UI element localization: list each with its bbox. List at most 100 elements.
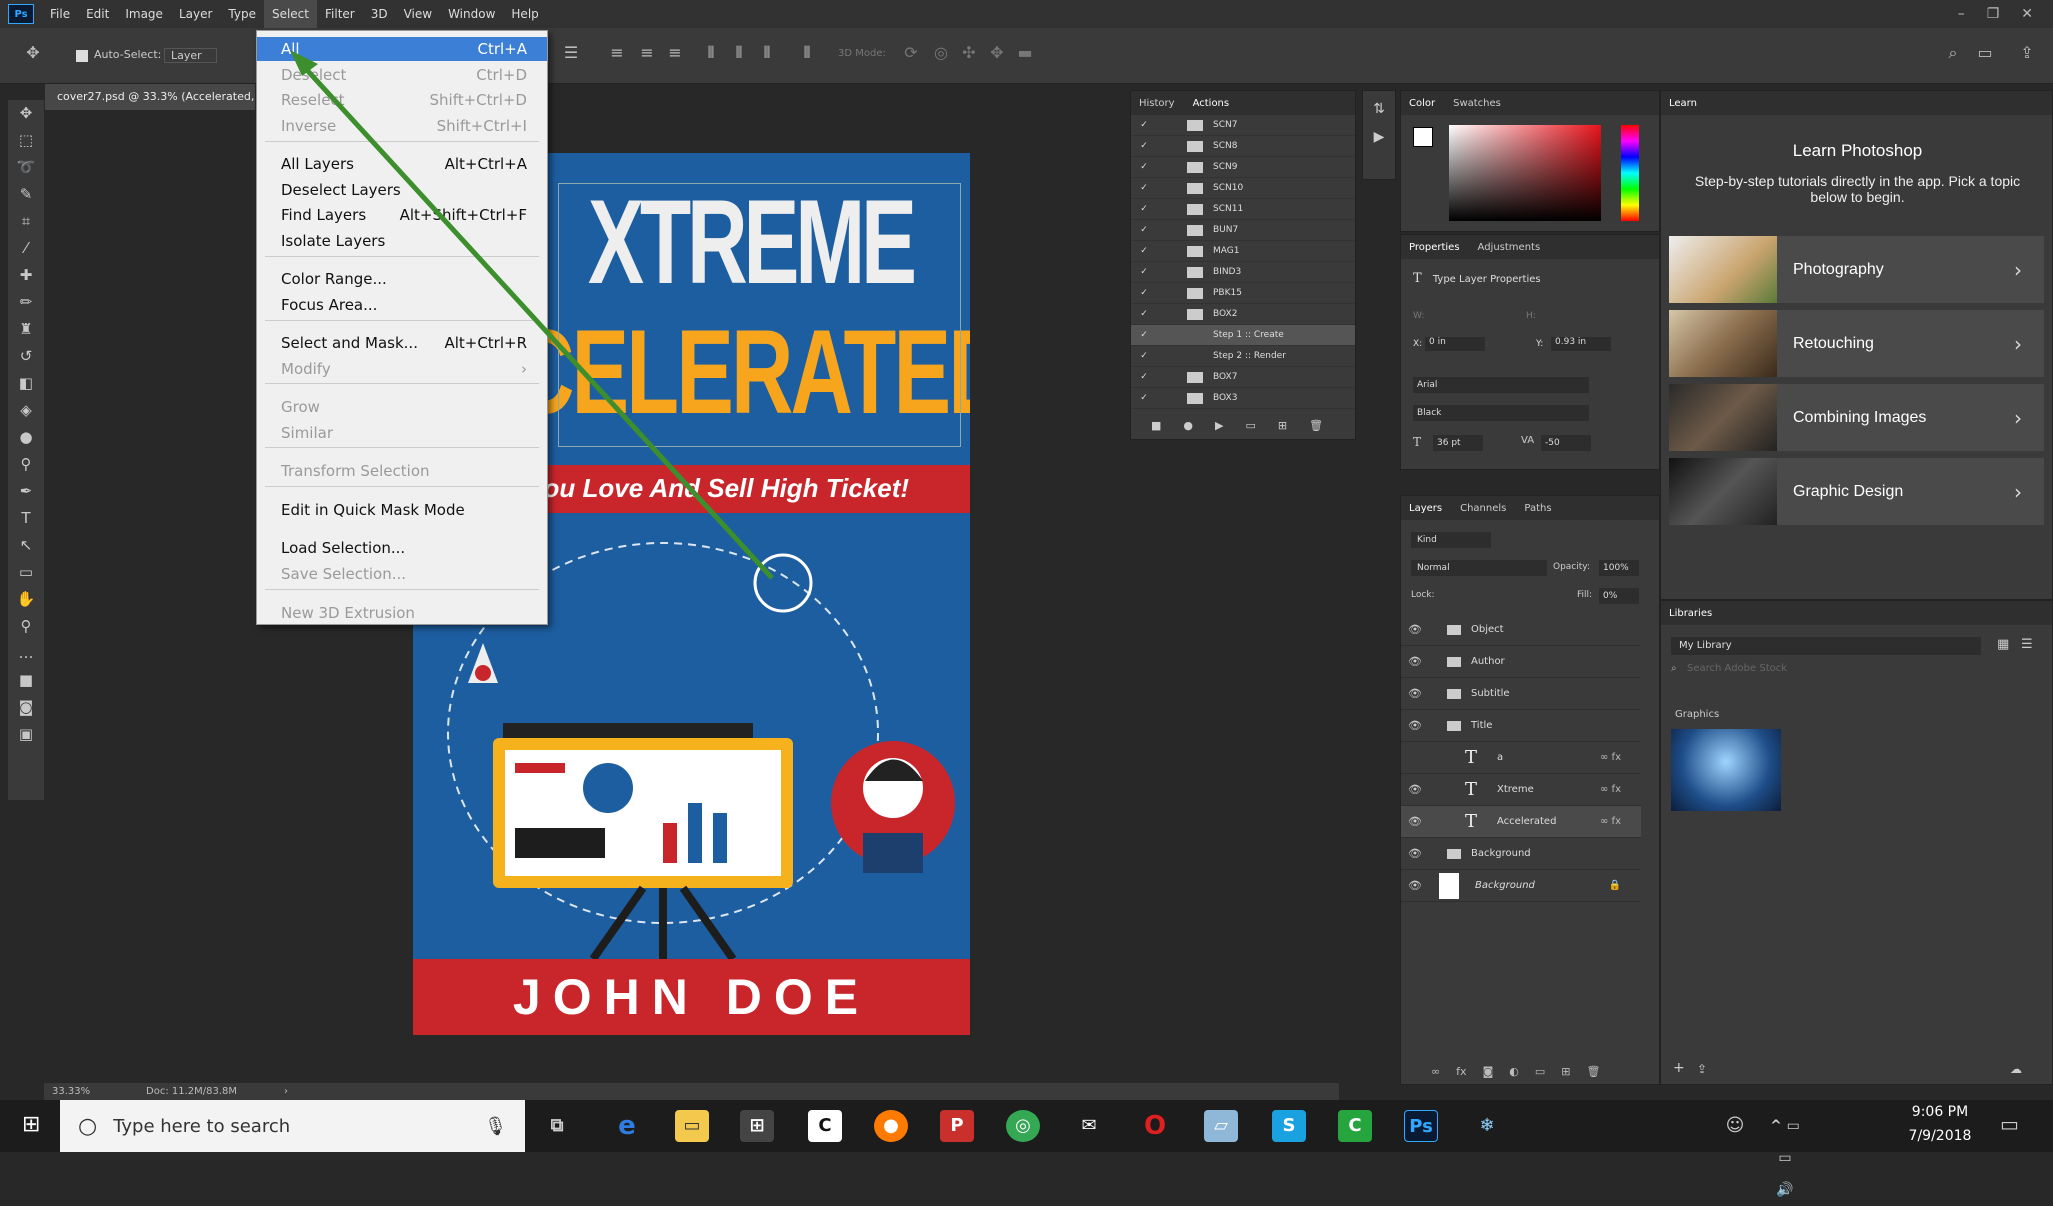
quick-select-tool-icon[interactable]: ✎ (8, 181, 44, 208)
layer-effects-icon[interactable]: ∞ fx (1600, 816, 1621, 827)
action-row[interactable]: ✓ SCN9 (1131, 157, 1355, 178)
action-row[interactable]: ✓ BIND3 (1131, 262, 1355, 283)
select-menu-item[interactable]: Find Layers Alt+Shift+Ctrl+F (257, 203, 547, 227)
menu-select[interactable]: Select (263, 0, 317, 28)
layer-row[interactable]: 👁 Author (1401, 646, 1641, 678)
taskbar-search-box[interactable]: ○ Type here to search 🎙 (60, 1100, 525, 1152)
auto-select-checkbox[interactable] (76, 50, 88, 62)
new-set-icon[interactable]: ▭ (1245, 419, 1255, 432)
quick-mask-icon[interactable]: ◙ (8, 694, 44, 721)
paint-bucket-tool-icon[interactable]: ◈ (8, 397, 44, 424)
tab-swatches[interactable]: Swatches (1453, 98, 1501, 109)
layer-filter-kind[interactable]: Kind (1411, 532, 1491, 548)
record-icon[interactable]: ● (1183, 419, 1193, 432)
select-menu-item[interactable]: All Ctrl+A (257, 37, 547, 61)
action-row[interactable]: ✓ PBK15 (1131, 283, 1355, 304)
action-row[interactable]: ✓ BOX3 (1131, 388, 1355, 409)
layer-row[interactable]: 👁 Background 🔒 (1401, 870, 1641, 902)
task-view-icon[interactable]: ⧉ (540, 1110, 574, 1142)
grid-view-icon[interactable]: ▦ (1997, 637, 2009, 652)
visibility-eye-icon[interactable]: 👁 (1401, 719, 1429, 732)
x-input[interactable]: 0 in (1425, 337, 1485, 351)
distribute-left-icon[interactable]: ⫴ (700, 42, 722, 64)
upload-icon[interactable]: ⇪ (1697, 1062, 1707, 1076)
layer-effects-icon[interactable]: ∞ fx (1600, 784, 1621, 795)
action-row[interactable]: ✓ BOX2 (1131, 304, 1355, 325)
distribute-bottom-icon[interactable]: ≡ (664, 42, 686, 64)
menu-3d[interactable]: 3D (363, 0, 396, 28)
crop-tool-icon[interactable]: ⌗ (8, 208, 44, 235)
select-menu-item[interactable]: Load Selection... (257, 536, 547, 560)
auto-select-dropdown[interactable]: Layer (164, 48, 217, 63)
font-size-input[interactable]: 36 pt (1433, 435, 1483, 451)
transform-bounding-box[interactable] (558, 183, 961, 447)
mail-icon[interactable]: ✉ (1072, 1110, 1106, 1142)
tab-layers[interactable]: Layers (1409, 503, 1442, 514)
select-menu-item[interactable]: Focus Area... (257, 293, 547, 317)
select-menu-item[interactable]: All Layers Alt+Ctrl+A (257, 152, 547, 176)
y-input[interactable]: 0.93 in (1551, 337, 1611, 351)
action-row[interactable]: ✓ MAG1 (1131, 241, 1355, 262)
actions-play-icon[interactable]: ▶ (1363, 129, 1395, 145)
check-icon[interactable]: ✓ (1131, 120, 1157, 130)
hue-slider[interactable] (1621, 125, 1639, 221)
action-row[interactable]: ✓ Step 1 :: Create (1131, 325, 1355, 346)
new-action-icon[interactable]: ⊞ (1278, 419, 1287, 432)
people-icon[interactable]: ☺ (1718, 1110, 1752, 1142)
tray-icons[interactable]: ^ ▭ ▭ 🔊 (1768, 1110, 1802, 1198)
camtasia-recorder-icon[interactable]: C (1338, 1110, 1372, 1142)
menu-image[interactable]: Image (117, 0, 171, 28)
layer-row[interactable]: 👁 T Xtreme ∞ fx (1401, 774, 1641, 806)
tab-libraries[interactable]: Libraries (1669, 608, 1712, 619)
select-menu-item[interactable]: Deselect Layers (257, 178, 547, 202)
play-icon[interactable]: ▶ (1215, 419, 1223, 432)
3d-drag-icon[interactable]: ✣ (958, 42, 980, 64)
file-explorer-icon[interactable]: ▭ (675, 1110, 709, 1142)
check-icon[interactable]: ✓ (1131, 162, 1157, 172)
font-style-dropdown[interactable]: Black (1413, 405, 1589, 421)
list-view-icon[interactable]: ☰ (2021, 637, 2033, 652)
visibility-eye-icon[interactable]: 👁 (1401, 655, 1429, 668)
fill-input[interactable]: 0% (1599, 588, 1639, 604)
mask-icon[interactable]: ◙ (1483, 1065, 1494, 1078)
layer-row[interactable]: Ta ∞ fx (1401, 742, 1641, 774)
check-icon[interactable]: ✓ (1131, 183, 1157, 193)
auto-align-icon[interactable]: ⦀ (796, 42, 818, 64)
path-select-tool-icon[interactable]: ↖ (8, 532, 44, 559)
visibility-eye-icon[interactable]: 👁 (1401, 623, 1429, 636)
action-row[interactable]: ✓ SCN7 (1131, 115, 1355, 136)
3d-orbit-icon[interactable]: ⟳ (900, 42, 922, 64)
check-icon[interactable]: ✓ (1131, 393, 1157, 403)
layer-row[interactable]: 👁 T Accelerated ∞ fx (1401, 806, 1641, 838)
status-arrow-icon[interactable]: › (284, 1086, 288, 1097)
check-icon[interactable]: ✓ (1131, 141, 1157, 151)
action-row[interactable]: ✓ SCN8 (1131, 136, 1355, 157)
microphone-icon[interactable]: 🎙 (484, 1116, 507, 1137)
document-tab[interactable]: cover27.psd @ 33.3% (Accelerated, RGB/8)… (45, 84, 255, 110)
check-icon[interactable]: ✓ (1131, 267, 1157, 277)
tab-adjustments[interactable]: Adjustments (1478, 242, 1541, 253)
close-button[interactable]: ✕ (2021, 6, 2033, 22)
history-icon[interactable]: ⇅ (1363, 101, 1395, 117)
visibility-eye-icon[interactable]: 👁 (1401, 847, 1429, 860)
check-icon[interactable]: ✓ (1131, 309, 1157, 319)
lasso-tool-icon[interactable]: ➰ (8, 154, 44, 181)
visibility-eye-icon[interactable]: 👁 (1401, 879, 1429, 892)
pen-tool-icon[interactable]: ✒ (8, 478, 44, 505)
align-top-icon[interactable]: ☰ (560, 42, 582, 64)
check-icon[interactable]: ✓ (1131, 288, 1157, 298)
windows-start-icon[interactable]: ⊞ (22, 1112, 40, 1137)
search-icon[interactable]: ⌕ (1942, 42, 1964, 64)
new-layer-icon[interactable]: ⊞ (1561, 1065, 1570, 1078)
check-icon[interactable]: ✓ (1131, 351, 1157, 361)
zoom-tool-icon[interactable]: ⚲ (8, 613, 44, 640)
check-icon[interactable]: ✓ (1131, 330, 1157, 340)
menu-edit[interactable]: Edit (78, 0, 117, 28)
layer-effects-icon[interactable]: ∞ fx (1600, 752, 1621, 763)
store-icon[interactable]: ⊞ (740, 1110, 774, 1142)
marquee-tool-icon[interactable]: ⬚ (8, 127, 44, 154)
menu-layer[interactable]: Layer (171, 0, 220, 28)
tab-paths[interactable]: Paths (1524, 503, 1551, 514)
link-layers-icon[interactable]: ∞ (1431, 1065, 1440, 1078)
eraser-tool-icon[interactable]: ◧ (8, 370, 44, 397)
